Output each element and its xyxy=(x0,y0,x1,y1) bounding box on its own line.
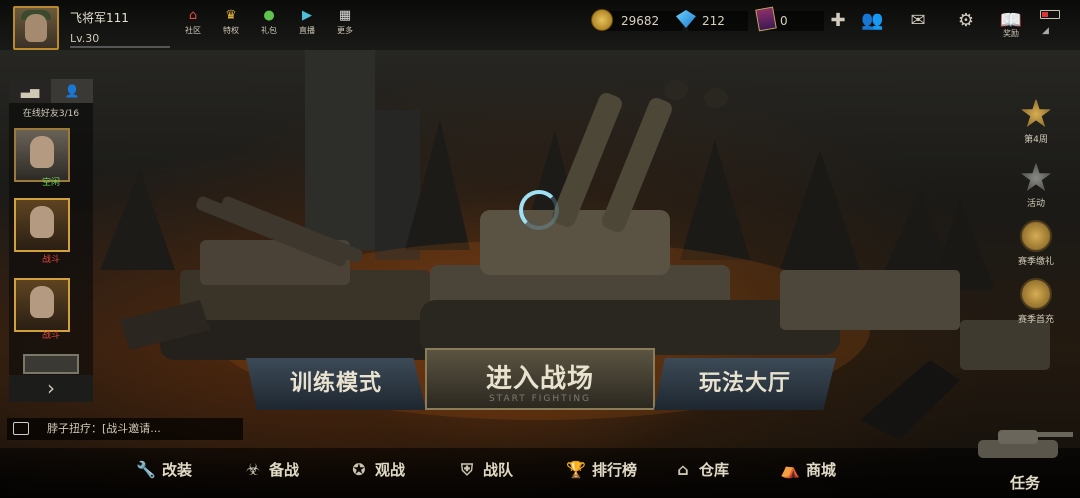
gold-coin-icon xyxy=(591,9,613,31)
event-label: 第4周 xyxy=(1024,135,1048,145)
tab-friends[interactable]: 👤 xyxy=(51,79,93,103)
enter-battle-label: 进入战场 xyxy=(485,364,594,394)
crown-icon: ♛ xyxy=(225,8,237,23)
wifi-icon: ◢ xyxy=(1042,26,1049,36)
chevron-right-icon: › xyxy=(47,376,55,400)
chat-bubble-icon xyxy=(13,422,29,435)
friend-status: 空闲 xyxy=(41,178,60,188)
player-avatar[interactable] xyxy=(13,6,59,50)
menu-modify[interactable]: 🔧 改装 xyxy=(135,455,192,485)
friend-status: 战斗 xyxy=(41,331,60,341)
player-level: Lv.30 xyxy=(70,32,100,45)
users-icon: 👥 xyxy=(861,10,884,31)
nav-more[interactable]: ▦ 更多 xyxy=(332,8,358,36)
star-badge-icon xyxy=(1020,98,1052,128)
gasmask-icon: ☣ xyxy=(245,460,261,479)
event-season-first-charge[interactable]: 赛季首充 xyxy=(1005,278,1067,325)
player-name: 飞将军111 xyxy=(70,11,129,25)
nav-gift-pack[interactable]: ● 礼包 xyxy=(256,8,282,36)
nav-label: 更多 xyxy=(337,26,353,35)
settings-button[interactable]: ⚙ xyxy=(955,10,977,32)
menu-label: 排行榜 xyxy=(592,461,638,479)
battery-icon xyxy=(1040,10,1060,19)
loading-spinner xyxy=(519,190,559,230)
ticket-value: 0 xyxy=(780,14,788,28)
menu-label: 改装 xyxy=(162,461,193,479)
menu-shop[interactable]: ⛺ 商城 xyxy=(779,455,836,485)
gear-icon: ⚙ xyxy=(957,10,975,31)
chat-bar[interactable]: 脖子扭疗：[战斗邀请... xyxy=(7,418,243,440)
diamond-counter: 212 xyxy=(688,11,748,31)
nav-community[interactable]: ⌂ 社区 xyxy=(180,8,206,36)
plus-icon: ✚ xyxy=(830,10,846,31)
friends-tabs: ▃▅ 👤 xyxy=(9,79,93,103)
menu-prepare[interactable]: ☣ 备战 xyxy=(242,455,299,485)
menu-label: 仓库 xyxy=(699,461,730,479)
chat-message: 脖子扭疗：[战斗邀请... xyxy=(47,422,161,435)
reward-label: 奖励 xyxy=(1003,29,1019,38)
task-button[interactable]: 任务 xyxy=(1010,472,1040,493)
tab-ranking[interactable]: ▃▅ xyxy=(9,79,51,103)
friend-card[interactable] xyxy=(14,278,70,332)
gold-counter: 29682 xyxy=(603,11,683,31)
menu-warehouse[interactable]: ⌂ 仓库 xyxy=(672,455,729,485)
event-label: 赛季首充 xyxy=(1017,315,1054,325)
star-icon: ✪ xyxy=(352,460,366,479)
game-hall-button[interactable]: 玩法大厅 xyxy=(654,358,836,410)
nav-privilege[interactable]: ♛ 特权 xyxy=(218,8,244,36)
nav-label: 直播 xyxy=(299,26,315,35)
event-activity[interactable]: 活动 xyxy=(1005,162,1067,209)
level-progress-bar xyxy=(70,46,170,48)
friend-status: 战斗 xyxy=(41,255,60,265)
friend-card[interactable] xyxy=(14,128,70,182)
friends-button[interactable]: 👥 xyxy=(861,10,883,32)
ticket-icon xyxy=(755,6,777,32)
users-icon: 👤 xyxy=(64,84,80,98)
menu-leaderboard[interactable]: 🏆 排行榜 xyxy=(565,455,637,485)
menu-label: 观战 xyxy=(375,461,406,479)
home-icon: ⌂ xyxy=(188,8,198,23)
shield-icon: ⛨ xyxy=(460,460,473,479)
task-tank-icon xyxy=(968,420,1078,470)
menu-label: 战队 xyxy=(483,461,514,479)
grid-icon: ▦ xyxy=(338,8,352,23)
nav-live[interactable]: ▶ 直播 xyxy=(294,8,320,36)
add-currency-button[interactable]: ✚ xyxy=(827,10,849,32)
gold-value: 29682 xyxy=(621,14,660,28)
event-label: 活动 xyxy=(1026,199,1045,209)
menu-label: 商城 xyxy=(806,461,837,479)
menu-team[interactable]: ⛨ 战队 xyxy=(456,455,513,485)
nav-label: 特权 xyxy=(223,26,239,35)
event-week[interactable]: 第4周 xyxy=(1005,98,1067,145)
wechat-icon: ● xyxy=(263,8,275,23)
nav-label: 社区 xyxy=(185,26,201,35)
season-badge-icon xyxy=(1020,220,1052,252)
play-icon: ▶ xyxy=(302,8,312,23)
expand-friends-button[interactable]: › xyxy=(9,375,93,402)
mail-button[interactable]: ✉ xyxy=(907,10,929,32)
online-friends-count: 在线好友3/16 xyxy=(22,109,80,119)
warehouse-icon: ⌂ xyxy=(677,460,689,479)
mail-icon: ✉ xyxy=(910,10,926,31)
friend-card[interactable] xyxy=(23,354,79,374)
event-season-gift[interactable]: 赛季缴礼 xyxy=(1005,220,1067,267)
training-mode-button[interactable]: 训练模式 xyxy=(246,358,426,410)
top-nav: ⌂ 社区 ♛ 特权 ● 礼包 ▶ 直播 ▦ 更多 xyxy=(180,8,358,36)
star-badge-icon xyxy=(1020,162,1052,192)
diamond-value: 212 xyxy=(702,14,725,28)
trophy-icon: 🏆 xyxy=(566,460,586,479)
enter-battle-button[interactable]: 进入战场 START FIGHTING xyxy=(425,348,655,410)
game-hall-label: 玩法大厅 xyxy=(698,371,791,396)
season-badge-icon xyxy=(1020,278,1052,310)
shop-icon: ⛺ xyxy=(780,460,800,479)
menu-spectate[interactable]: ✪ 观战 xyxy=(348,455,405,485)
ranking-icon: ▃▅ xyxy=(20,84,40,98)
nav-label: 礼包 xyxy=(261,26,277,35)
friend-card[interactable] xyxy=(14,198,70,252)
training-mode-label: 训练模式 xyxy=(289,371,382,396)
enter-battle-sublabel: START FIGHTING xyxy=(488,394,592,404)
menu-label: 备战 xyxy=(269,461,300,479)
event-label: 赛季缴礼 xyxy=(1017,257,1054,267)
wrench-icon: 🔧 xyxy=(136,460,156,479)
